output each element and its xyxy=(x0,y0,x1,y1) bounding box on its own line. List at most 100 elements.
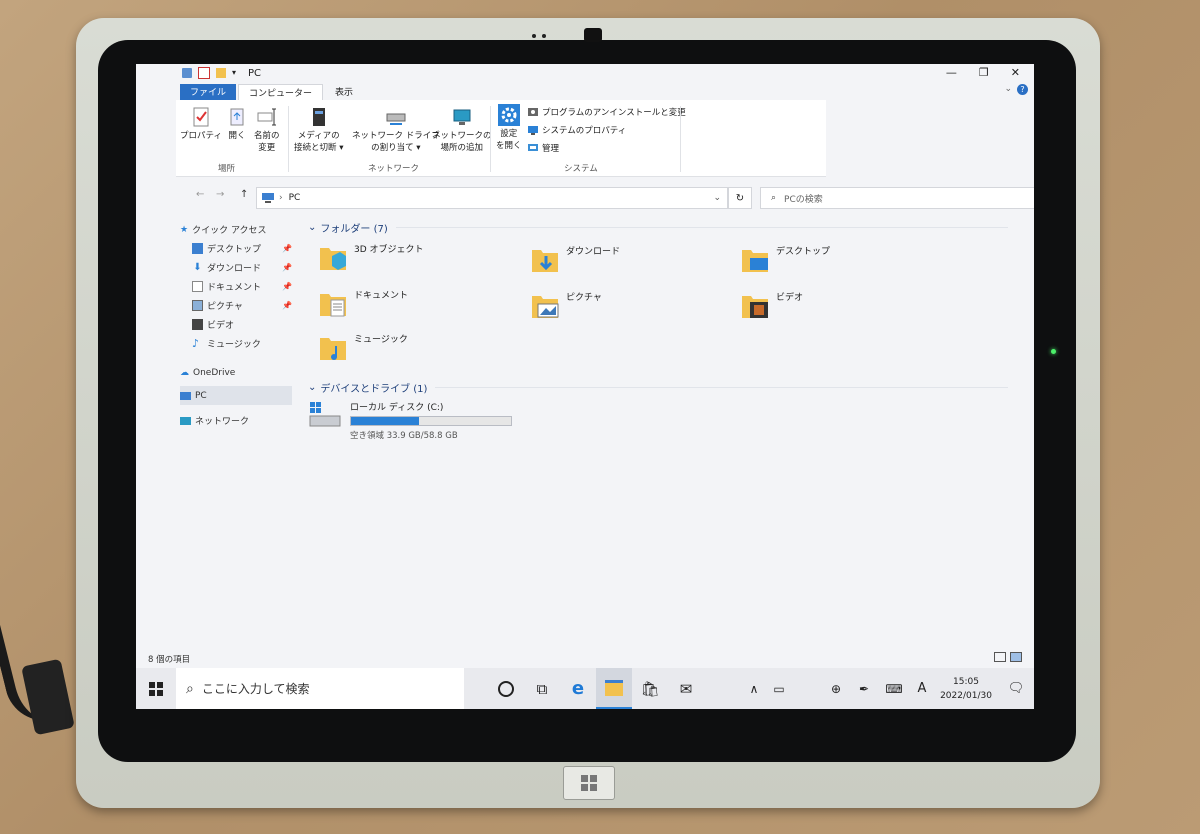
nav-item-desktop[interactable]: デスクトップ 📌 xyxy=(180,239,292,258)
properties-button[interactable]: プロパティ xyxy=(180,106,222,142)
folder-documents[interactable]: ドキュメント xyxy=(318,288,408,318)
battery-icon: ▭ xyxy=(773,681,785,696)
new-folder-icon[interactable] xyxy=(216,68,226,78)
netloc-label-1: ネットワークの xyxy=(432,131,492,141)
taskbar-search[interactable]: ⌕ ここに入力して検索 xyxy=(176,668,464,709)
nav-quick-access[interactable]: ★ クイック アクセス xyxy=(180,220,292,239)
ribbon-separator xyxy=(288,106,289,172)
pin-icon: 📌 xyxy=(282,244,292,253)
map-network-drive-button[interactable]: ネットワーク ドライブ の割り当て ▾ xyxy=(352,106,440,154)
ime-button[interactable]: A xyxy=(910,668,934,709)
store-button[interactable]: 🛍 xyxy=(632,668,668,709)
hardware-windows-button[interactable] xyxy=(563,766,615,800)
pictures-folder-icon xyxy=(532,296,559,318)
drive-local-c[interactable]: ローカル ディスク (C:) 空き領域 33.9 GB/58.8 GB xyxy=(308,400,512,441)
address-bar[interactable]: › PC ⌄ xyxy=(256,187,728,209)
forward-button[interactable]: → xyxy=(216,189,224,200)
nav-item-documents[interactable]: ドキュメント 📌 xyxy=(180,277,292,296)
network-tray-button[interactable]: ⊕ xyxy=(822,668,850,709)
maximize-button[interactable]: ❐ xyxy=(979,66,989,79)
address-dropdown-icon[interactable]: ⌄ xyxy=(713,193,721,203)
nav-pc[interactable]: PC xyxy=(180,386,292,405)
refresh-icon: ↻ xyxy=(735,192,745,204)
desktop-folder-icon xyxy=(742,250,768,272)
nav-item-videos[interactable]: ビデオ xyxy=(180,315,292,334)
folder-label: デスクトップ xyxy=(776,247,831,257)
open-button[interactable]: 開く xyxy=(226,106,248,142)
system-properties-button[interactable]: システムのプロパティ xyxy=(528,124,626,136)
pen-button[interactable]: ✒ xyxy=(850,668,878,709)
search-input[interactable]: ⌕ PCの検索 xyxy=(760,187,1034,209)
help-icon[interactable]: ? xyxy=(1017,84,1028,95)
pin-icon: 📌 xyxy=(282,263,292,272)
folder-videos[interactable]: ビデオ xyxy=(740,290,803,320)
close-button[interactable]: ✕ xyxy=(1011,66,1020,79)
nav-item-downloads[interactable]: ⬇ ダウンロード 📌 xyxy=(180,258,292,277)
breadcrumb-pc[interactable]: PC xyxy=(289,193,301,203)
taskbar-search-placeholder: ここに入力して検索 xyxy=(201,682,310,696)
folder-pictures[interactable]: ピクチャ xyxy=(530,290,602,320)
manage-button[interactable]: 管理 xyxy=(528,142,559,154)
devices-group-header[interactable]: ⌄ デバイスとドライブ (1) xyxy=(308,380,1008,395)
nav-network[interactable]: ネットワーク xyxy=(180,411,292,430)
cortana-circle-icon xyxy=(498,680,514,697)
folder-music[interactable]: ミュージック xyxy=(318,332,408,362)
edge-button[interactable]: e xyxy=(560,668,596,709)
download-arrow-icon: ⬇ xyxy=(193,262,202,273)
file-explorer-button[interactable] xyxy=(596,668,632,709)
folders-header-label: フォルダー (7) xyxy=(320,224,388,235)
tab-computer[interactable]: コンピューター xyxy=(238,84,324,100)
add-network-location-button[interactable]: ネットワークの 場所の追加 xyxy=(432,106,492,154)
nav-pc-label: PC xyxy=(195,390,207,401)
folder-desktop[interactable]: デスクトップ xyxy=(740,244,830,274)
tab-file[interactable]: ファイル xyxy=(180,84,237,100)
start-button[interactable] xyxy=(136,668,176,709)
sensor-dot xyxy=(542,34,546,38)
media-button[interactable]: メディアの 接続と切断 ▾ xyxy=(294,106,343,154)
open-settings-button[interactable]: 設定 を開く xyxy=(496,104,522,152)
large-icons-view-icon[interactable] xyxy=(1010,652,1022,662)
settings-label-2: を開く xyxy=(496,141,522,151)
minimize-button[interactable]: — xyxy=(946,66,957,79)
task-view-button[interactable]: ⧉ xyxy=(524,668,560,709)
folder-3d-objects[interactable]: 3D オブジェクト xyxy=(318,242,424,272)
folder-downloads[interactable]: ダウンロード xyxy=(530,244,620,274)
back-button[interactable]: ← xyxy=(196,189,204,200)
clock[interactable]: 15:05 2022/01/30 xyxy=(934,675,998,703)
ime-mode: A xyxy=(917,681,927,696)
tab-view[interactable]: 表示 xyxy=(325,84,363,100)
nav-onedrive[interactable]: ☁ OneDrive xyxy=(180,363,292,382)
nav-item-pictures[interactable]: ピクチャ 📌 xyxy=(180,296,292,315)
nav-item-music[interactable]: ♪ ミュージック xyxy=(180,334,292,353)
system-tray: ∧ ▭ ⊕ ✒ ⌨ A 15:05 2022/01/30 🗨 xyxy=(742,668,1034,709)
ribbon-collapse-icon[interactable]: ⌄ xyxy=(1004,84,1012,94)
notification-icon: 🗨 xyxy=(1007,681,1025,696)
show-hidden-icons-button[interactable]: ∧ xyxy=(742,668,766,709)
refresh-button[interactable]: ↻ xyxy=(728,187,752,209)
rename-button[interactable]: 名前の 変更 xyxy=(254,106,280,154)
title-bar: ▾ PC — ❐ ✕ xyxy=(136,64,1034,82)
customize-chevron-icon[interactable]: ▾ xyxy=(232,68,240,78)
mail-button[interactable]: ✉ xyxy=(668,668,704,709)
store-bag-icon: 🛍 xyxy=(640,679,660,698)
folders-group-header[interactable]: ⌄ フォルダー (7) xyxy=(308,220,1008,235)
chevron-down-icon: ⌄ xyxy=(308,382,317,393)
up-button[interactable]: ↑ xyxy=(240,189,248,200)
group-network-label: ネットワーク xyxy=(368,164,420,174)
nav-item-label: ピクチャ xyxy=(207,302,243,312)
action-center-button[interactable]: 🗨 xyxy=(998,668,1034,709)
touch-keyboard-button[interactable]: ⌨ xyxy=(878,668,910,709)
battery-button[interactable]: ▭ xyxy=(766,668,792,709)
keyboard-icon: ⌨ xyxy=(885,681,903,696)
mail-icon: ✉ xyxy=(679,679,693,698)
documents-folder-icon xyxy=(320,294,346,317)
devices-header-label: デバイスとドライブ (1) xyxy=(320,384,428,395)
uninstall-programs-button[interactable]: プログラムのアンインストールと変更 xyxy=(528,106,686,118)
search-icon: ⌕ xyxy=(186,680,194,697)
media-label-1: メディアの xyxy=(297,131,340,141)
video-icon xyxy=(192,319,203,330)
properties-check-icon[interactable] xyxy=(198,67,210,79)
details-view-icon[interactable] xyxy=(994,652,1006,662)
properties-label: プロパティ xyxy=(180,131,222,141)
cortana-button[interactable] xyxy=(488,668,524,709)
